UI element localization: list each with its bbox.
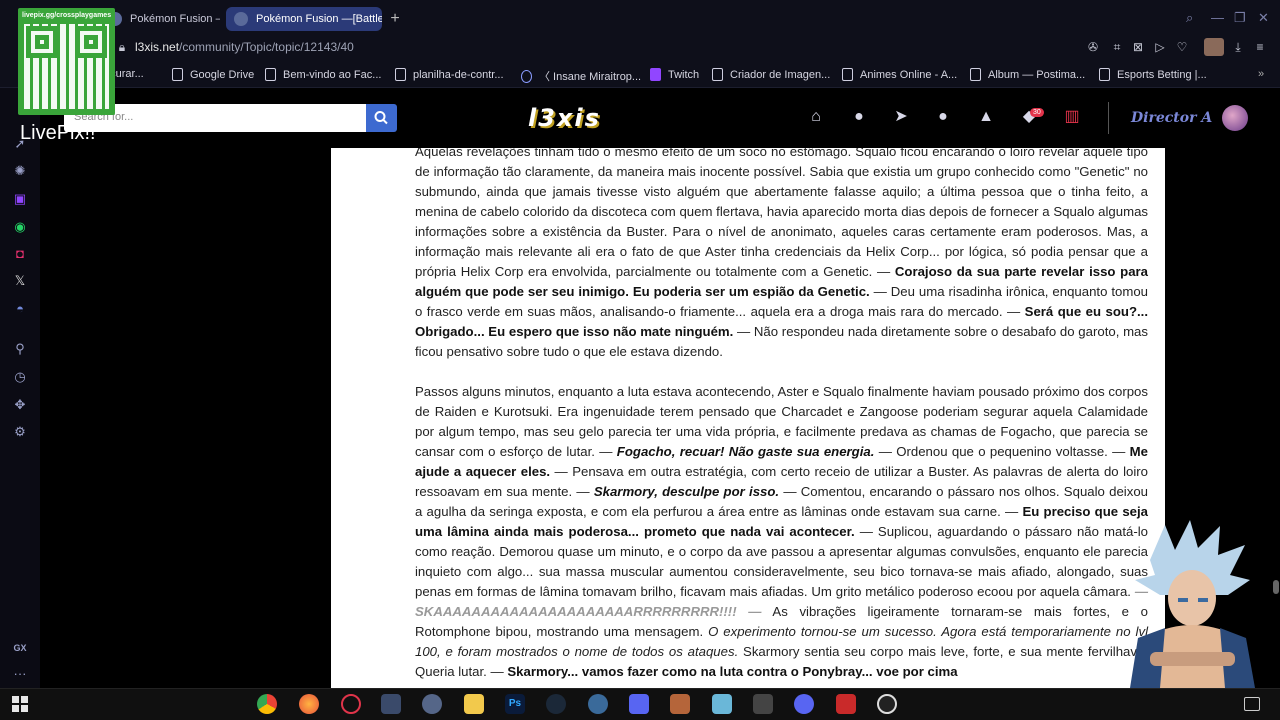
url-host: l3xis.net [135, 40, 180, 54]
minimize-button[interactable]: — [1211, 10, 1224, 25]
twitch-icon[interactable]: ▣ [12, 191, 28, 207]
pin-icon[interactable]: ⚲ [12, 341, 28, 357]
instagram-icon[interactable]: ◘ [12, 246, 28, 262]
tab-pokemon-fusion-2[interactable]: Pokémon Fusion —[Battle [226, 7, 382, 31]
menu-icon[interactable]: ≡ [1253, 40, 1267, 54]
app-icon[interactable] [670, 694, 690, 714]
paragraph: Passos alguns minutos, enquanto a luta e… [415, 382, 1148, 682]
shop-icon[interactable]: ▥ [1063, 108, 1081, 126]
send-icon[interactable]: ➤ [892, 108, 910, 126]
start-button[interactable] [12, 696, 28, 712]
text-run: Skarmory... vamos fazer como na luta con… [507, 664, 958, 679]
discord-icon[interactable] [794, 694, 814, 714]
bookmark-item[interactable]: 〈 Insane Miraitrop... [521, 68, 641, 84]
steam-icon[interactable] [546, 694, 566, 714]
tab-pokemon-fusion-1[interactable]: Pokémon Fusion —[Battle [100, 7, 220, 31]
scrollbar-thumb[interactable] [1273, 580, 1279, 594]
page-icon [712, 68, 723, 81]
post-content: Aquelas revelações tinham tido o mesmo e… [331, 148, 1165, 688]
tab-label: Pokémon Fusion —[Battle [256, 13, 382, 25]
site-logo[interactable]: l3xis [528, 104, 663, 132]
bookmark-item[interactable]: Bem-vindo ao Fac... [265, 68, 381, 81]
app-icon[interactable] [712, 694, 732, 714]
url-path: /community/Topic/topic/12143/40 [179, 40, 354, 54]
app-icon[interactable] [753, 694, 773, 714]
address-bar[interactable]: l3xis.net/community/Topic/topic/12143/40 [135, 40, 354, 54]
chatgpt-icon[interactable]: ✺ [12, 163, 28, 179]
extensions-icon[interactable]: ✥ [12, 397, 28, 413]
bookmark-item[interactable]: Esports Betting |... [1099, 68, 1207, 81]
site-icon [521, 69, 532, 83]
app-icon[interactable] [836, 694, 856, 714]
x-icon[interactable]: 𝕏 [12, 273, 28, 289]
scrollbar[interactable] [1272, 148, 1280, 688]
bookmark-item[interactable]: Google Drive [172, 68, 254, 81]
bookmark-item[interactable]: planilha-de-contr... [395, 68, 504, 81]
streamer-avatar-overlay [1130, 520, 1255, 688]
qr-code [24, 24, 109, 109]
maximize-button[interactable]: ❐ [1234, 10, 1246, 26]
bookmark-item[interactable]: Album — Postima... [970, 68, 1085, 81]
page-icon [172, 68, 183, 81]
search-button[interactable] [366, 104, 397, 132]
text-run: Aquelas revelações tinham tido o mesmo e… [415, 148, 1148, 279]
pin-icon[interactable]: ✇ [1086, 40, 1100, 54]
search-tabs-icon[interactable]: ⌕ [1186, 10, 1193, 26]
close-window-button[interactable]: ✕ [1258, 10, 1269, 26]
settings-icon[interactable]: ⚙ [12, 424, 28, 440]
bell-icon[interactable]: ▲ [977, 108, 995, 126]
header-divider [1108, 102, 1109, 134]
chrome-icon[interactable] [257, 694, 277, 714]
page-icon [265, 68, 276, 81]
site-info-icon[interactable]: 🔒︎ [115, 40, 129, 54]
profile-icon[interactable]: ● [850, 108, 868, 126]
file-explorer-icon[interactable] [464, 694, 484, 714]
discord-icon[interactable]: ◓ [12, 301, 28, 317]
twitch-icon [650, 68, 661, 81]
bookmark-item[interactable]: Criador de Imagen... [712, 68, 830, 81]
page-icon [395, 68, 406, 81]
profile-avatar[interactable] [1204, 38, 1224, 56]
bookmark-item[interactable]: Animes Online - A... [842, 68, 957, 81]
heart-icon[interactable]: ♡ [1175, 40, 1189, 54]
more-bookmarks-icon[interactable]: » [1258, 68, 1264, 80]
text-run: — Ordenou que o pequenino voltasse. — [874, 444, 1130, 459]
history-icon[interactable]: ◷ [12, 369, 28, 385]
search-icon [374, 111, 388, 125]
whatsapp-icon[interactable]: ◉ [12, 219, 28, 235]
opera-gx-icon[interactable] [341, 694, 361, 714]
username[interactable]: Director A [1131, 110, 1212, 126]
chat-icon[interactable]: ● [934, 108, 952, 126]
app-icon[interactable] [381, 694, 401, 714]
livepix-label: LivePix!! [20, 122, 96, 144]
controller-icon[interactable] [629, 694, 649, 714]
firefox-icon[interactable] [299, 694, 319, 714]
text-run: Fogacho, recuar! Não gaste sua energia. [616, 444, 875, 459]
more-icon[interactable]: ··· [12, 666, 28, 682]
text-run: Skarmory, desculpe por isso. [593, 484, 780, 499]
qr-caption: livepix.gg/crossplaygames [22, 12, 112, 19]
post-body: Aquelas revelações tinham tido o mesmo e… [415, 148, 1148, 688]
notifications-icon[interactable] [1244, 697, 1260, 711]
paragraph: Aquelas revelações tinham tido o mesmo e… [415, 148, 1148, 362]
app-icon[interactable] [588, 694, 608, 714]
gx-icon[interactable]: GX [12, 640, 28, 656]
page-icon [970, 68, 981, 81]
screenshot-icon[interactable]: ⌗ [1110, 40, 1124, 54]
app-icon[interactable] [422, 694, 442, 714]
avatar[interactable] [1222, 105, 1248, 131]
tab-label: Pokémon Fusion —[Battle [130, 13, 220, 25]
photoshop-icon[interactable]: Ps [505, 694, 525, 714]
bookmark-item[interactable]: Twitch [650, 68, 699, 81]
page-icon [1099, 68, 1110, 81]
download-icon[interactable]: ⤓ [1231, 40, 1245, 54]
tab-favicon [234, 12, 248, 26]
adblock-icon[interactable]: ⊠ [1131, 40, 1145, 54]
notification-badge: 30 [1030, 108, 1044, 117]
play-icon[interactable]: ▷ [1153, 40, 1167, 54]
home-icon[interactable]: ⌂ [807, 108, 825, 126]
page-icon [842, 68, 853, 81]
obs-icon[interactable] [877, 694, 897, 714]
new-tab-button[interactable]: + [386, 10, 404, 28]
